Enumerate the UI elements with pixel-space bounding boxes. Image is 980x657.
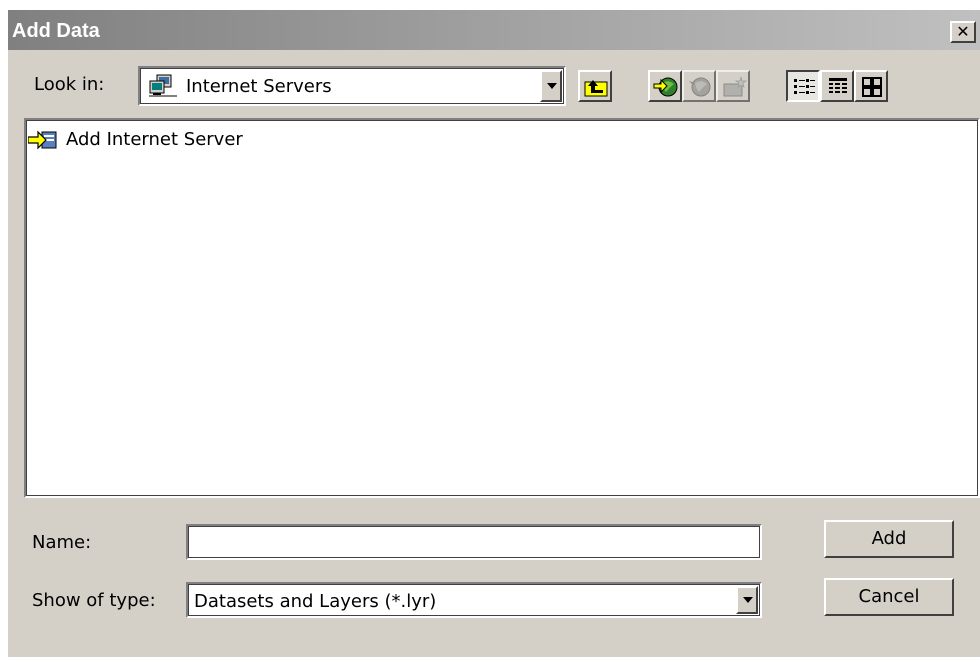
thumbnails-view-icon bbox=[862, 77, 882, 97]
add-server-icon bbox=[28, 130, 57, 150]
look-in-value: Internet Servers bbox=[186, 76, 332, 97]
list-view-button[interactable] bbox=[786, 70, 820, 102]
add-data-dialog: Add Data ✕ Look in: Internet Servers Add… bbox=[8, 10, 980, 657]
new-item-button[interactable] bbox=[716, 70, 750, 102]
show-of-type-label: Show of type: bbox=[32, 590, 156, 611]
name-label: Name: bbox=[32, 532, 92, 553]
network-servers-icon bbox=[149, 74, 177, 97]
disconnect-button[interactable] bbox=[682, 70, 716, 102]
add-button[interactable]: Add bbox=[824, 520, 954, 558]
show-of-type-combo[interactable]: Datasets and Layers (*.lyr) bbox=[186, 582, 762, 618]
globe-disconnect-icon bbox=[689, 77, 711, 97]
connect-to-server-button[interactable] bbox=[648, 70, 682, 102]
dialog-title: Add Data bbox=[12, 20, 100, 42]
details-view-button[interactable] bbox=[820, 70, 854, 102]
globe-arrow-icon bbox=[653, 77, 678, 97]
list-view-icon bbox=[794, 79, 815, 94]
folder-up-arrow-icon bbox=[584, 80, 608, 97]
look-in-label: Look in: bbox=[34, 74, 105, 95]
file-list[interactable]: Add Internet Server bbox=[24, 118, 980, 498]
thumbnails-view-button[interactable] bbox=[854, 70, 888, 102]
name-input[interactable] bbox=[186, 524, 762, 560]
cancel-button[interactable]: Cancel bbox=[824, 578, 954, 616]
new-folder-icon bbox=[723, 76, 747, 97]
show-of-type-value: Datasets and Layers (*.lyr) bbox=[194, 591, 437, 612]
title-bar[interactable]: Add Data ✕ bbox=[8, 10, 980, 50]
close-icon: ✕ bbox=[956, 22, 970, 41]
up-one-level-button[interactable] bbox=[578, 70, 612, 102]
details-view-icon bbox=[829, 78, 847, 93]
close-button[interactable]: ✕ bbox=[950, 21, 976, 43]
list-item-label: Add Internet Server bbox=[66, 129, 243, 150]
look-in-dropdown-button[interactable] bbox=[540, 70, 562, 102]
look-in-combo[interactable]: Internet Servers bbox=[138, 66, 566, 106]
show-of-type-dropdown-button[interactable] bbox=[736, 586, 758, 614]
